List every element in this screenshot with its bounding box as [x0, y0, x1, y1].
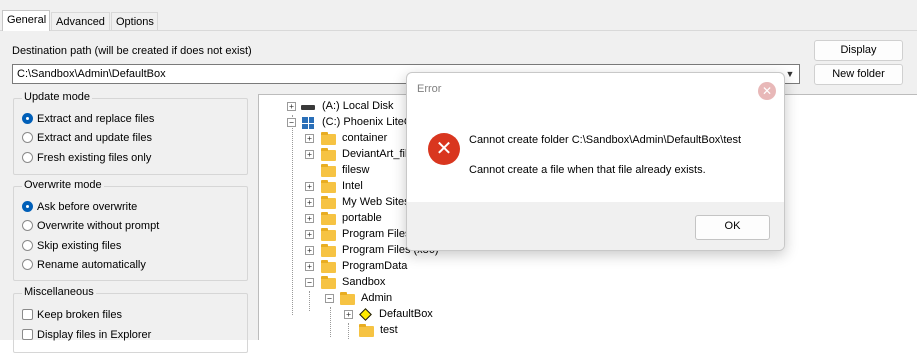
folder-icon — [321, 196, 336, 209]
folder-icon — [321, 180, 336, 193]
tree-item-folder[interactable]: container — [342, 130, 387, 146]
error-detail: Cannot create a file when that file alre… — [469, 164, 706, 176]
option-label: Overwrite without prompt — [37, 220, 160, 232]
sandbox-diamond-icon — [359, 308, 372, 321]
expand-icon[interactable]: + — [305, 182, 314, 191]
expand-icon[interactable]: + — [305, 214, 314, 223]
overwrite-mode-title: Overwrite mode — [22, 179, 104, 191]
update-mode-title: Update mode — [22, 91, 93, 103]
tree-line — [292, 115, 293, 315]
overwrite-mode-group: Overwrite mode Ask before overwrite Over… — [13, 179, 248, 281]
option-label: Rename automatically — [37, 259, 146, 271]
radio-icon[interactable] — [22, 240, 33, 251]
checkbox-icon[interactable] — [22, 309, 33, 320]
tree-item-folder[interactable]: ProgramData — [342, 258, 407, 274]
folder-icon — [321, 276, 336, 289]
windows-drive-icon — [302, 117, 314, 129]
expand-icon[interactable]: + — [305, 230, 314, 239]
drive-icon — [301, 105, 315, 110]
destination-path-label: Destination path (will be created if doe… — [12, 45, 252, 57]
expand-icon[interactable]: + — [305, 198, 314, 207]
folder-icon — [321, 244, 336, 257]
miscellaneous-title: Miscellaneous — [22, 286, 96, 298]
tree-line — [330, 307, 331, 337]
folder-icon — [321, 164, 336, 177]
checkbox-display-files-explorer[interactable]: Display files in Explorer — [22, 327, 151, 343]
dialog-title: Error — [417, 83, 442, 95]
checkbox-icon[interactable] — [22, 329, 33, 340]
radio-icon[interactable] — [22, 220, 33, 231]
tree-item-drive-a[interactable]: (A:) Local Disk — [322, 98, 394, 114]
folder-icon — [321, 260, 336, 273]
tree-item-folder[interactable]: My Web Sites — [342, 194, 410, 210]
tree-line — [309, 291, 310, 311]
folder-icon — [359, 324, 374, 337]
radio-selected-icon[interactable] — [22, 201, 33, 212]
radio-overwrite-without-prompt[interactable]: Overwrite without prompt — [22, 218, 159, 234]
update-mode-group: Update mode Extract and replace files Ex… — [13, 91, 248, 175]
radio-fresh-existing[interactable]: Fresh existing files only — [22, 150, 151, 166]
expand-icon[interactable]: + — [305, 262, 314, 271]
tree-line — [348, 323, 349, 340]
chevron-down-icon[interactable]: ▼ — [783, 67, 797, 81]
tree-item-folder[interactable]: Program Files — [342, 226, 410, 242]
tree-item-test[interactable]: test — [380, 322, 398, 338]
collapse-icon[interactable]: − — [325, 294, 334, 303]
new-folder-button[interactable]: New folder — [814, 64, 903, 85]
radio-extract-replace[interactable]: Extract and replace files — [22, 111, 154, 127]
display-button[interactable]: Display — [814, 40, 903, 61]
folder-icon — [321, 148, 336, 161]
option-label: Extract and update files — [37, 132, 152, 144]
expand-icon[interactable]: + — [287, 102, 296, 111]
tab-options[interactable]: Options — [111, 12, 158, 30]
error-dialog: Error ✕ ✕ Cannot create folder C:\Sandbo… — [406, 72, 785, 251]
expand-icon[interactable]: + — [344, 310, 353, 319]
error-icon: ✕ — [428, 133, 460, 165]
radio-icon[interactable] — [22, 259, 33, 270]
tree-item-folder[interactable]: portable — [342, 210, 382, 226]
radio-icon[interactable] — [22, 152, 33, 163]
option-label: Fresh existing files only — [37, 152, 152, 164]
collapse-icon[interactable]: − — [305, 278, 314, 287]
option-label: Keep broken files — [37, 309, 122, 321]
error-message: Cannot create folder C:\Sandbox\Admin\De… — [469, 134, 742, 146]
folder-icon — [321, 212, 336, 225]
radio-ask-before-overwrite[interactable]: Ask before overwrite — [22, 199, 137, 215]
radio-extract-update[interactable]: Extract and update files — [22, 130, 152, 146]
tree-item-folder[interactable]: filesw — [342, 162, 370, 178]
expand-icon[interactable]: + — [305, 134, 314, 143]
folder-icon — [321, 228, 336, 241]
tab-advanced[interactable]: Advanced — [51, 12, 110, 30]
tab-strip: General Advanced Options — [0, 0, 917, 31]
dialog-footer: OK — [407, 202, 784, 250]
folder-icon — [321, 132, 336, 145]
miscellaneous-group: Miscellaneous Keep broken files Display … — [13, 286, 248, 353]
tree-item-folder[interactable]: Intel — [342, 178, 363, 194]
option-label: Skip existing files — [37, 240, 122, 252]
tab-general[interactable]: General — [2, 10, 50, 31]
option-label: Ask before overwrite — [37, 201, 138, 213]
folder-icon — [340, 292, 355, 305]
option-label: Display files in Explorer — [37, 329, 152, 341]
tree-item-sandbox[interactable]: Sandbox — [342, 274, 385, 290]
tree-item-defaultbox[interactable]: DefaultBox — [379, 306, 433, 322]
expand-icon[interactable]: + — [305, 150, 314, 159]
tree-item-admin[interactable]: Admin — [361, 290, 392, 306]
expand-icon[interactable]: + — [305, 246, 314, 255]
close-icon[interactable]: ✕ — [758, 82, 776, 100]
option-label: Extract and replace files — [37, 113, 155, 125]
radio-icon[interactable] — [22, 132, 33, 143]
ok-button[interactable]: OK — [695, 215, 770, 240]
checkbox-keep-broken-files[interactable]: Keep broken files — [22, 307, 122, 323]
radio-rename-automatically[interactable]: Rename automatically — [22, 257, 146, 273]
radio-skip-existing[interactable]: Skip existing files — [22, 238, 121, 254]
radio-selected-icon[interactable] — [22, 113, 33, 124]
collapse-icon[interactable]: − — [287, 118, 296, 127]
